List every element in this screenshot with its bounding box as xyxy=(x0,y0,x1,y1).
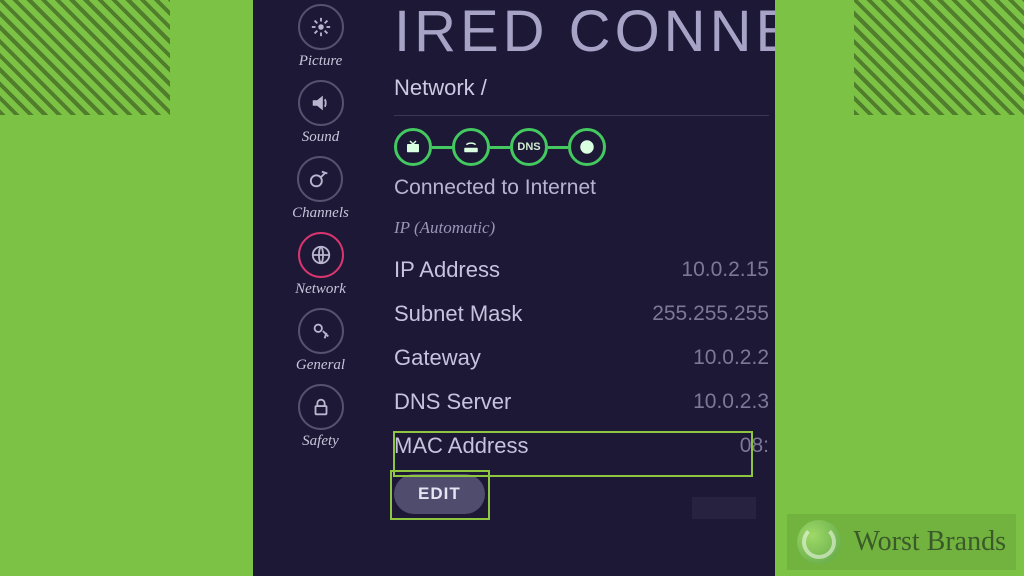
sidebar-item-label: Safety xyxy=(302,433,339,450)
divider xyxy=(394,115,769,116)
sidebar-item-label: Network xyxy=(295,281,346,298)
field-label: DNS Server xyxy=(394,389,511,415)
field-label: Subnet Mask xyxy=(394,301,522,327)
settings-content: IRED CONNEC Network / DNS Connected to I… xyxy=(388,0,775,576)
redaction-mask xyxy=(692,497,756,519)
sidebar-item-safety[interactable]: Safety xyxy=(298,384,344,450)
tv-node-icon xyxy=(394,128,432,166)
connection-status: Connected to Internet xyxy=(394,176,769,200)
network-icon xyxy=(298,232,344,278)
sound-icon xyxy=(298,80,344,126)
sidebar-item-sound[interactable]: Sound xyxy=(298,80,344,146)
field-value: 10.0.2.15 xyxy=(681,258,769,282)
decorative-stripes-right xyxy=(854,0,1024,115)
field-label: MAC Address xyxy=(394,433,529,459)
dns-node-icon: DNS xyxy=(510,128,548,166)
field-value: 255.255.255 xyxy=(652,302,769,326)
chain-link xyxy=(548,146,568,149)
sidebar-item-general[interactable]: General xyxy=(296,308,345,374)
brand-logo-icon xyxy=(797,520,841,564)
brand-watermark: Worst Brands xyxy=(787,514,1016,570)
sidebar-item-picture[interactable]: Picture xyxy=(298,4,344,70)
row-subnet-mask: Subnet Mask 255.255.255 xyxy=(394,292,769,336)
picture-icon xyxy=(298,4,344,50)
chain-link xyxy=(432,146,452,149)
sidebar-item-label: General xyxy=(296,357,345,374)
channels-icon xyxy=(297,156,343,202)
lock-icon xyxy=(298,384,344,430)
edit-button[interactable]: EDIT xyxy=(394,474,485,514)
connection-chain: DNS xyxy=(394,128,769,166)
sidebar-item-label: Channels xyxy=(292,205,349,222)
sidebar-item-network[interactable]: Network xyxy=(295,232,346,298)
field-value: 10.0.2.2 xyxy=(693,346,769,370)
row-dns-server[interactable]: DNS Server 10.0.2.3 xyxy=(394,380,769,424)
general-icon xyxy=(298,308,344,354)
sidebar-item-label: Sound xyxy=(302,129,340,146)
settings-sidebar: Picture Sound Channels Network General xyxy=(253,0,388,576)
field-value: 10.0.2.3 xyxy=(693,390,769,414)
row-mac-address: MAC Address 08: xyxy=(394,424,769,468)
sidebar-item-channels[interactable]: Channels xyxy=(292,156,349,222)
brand-text: Worst Brands xyxy=(853,526,1006,558)
field-label: Gateway xyxy=(394,345,481,371)
field-label: IP Address xyxy=(394,257,500,283)
decorative-stripes-left xyxy=(0,0,170,115)
field-value: 08: xyxy=(740,434,769,458)
chain-link xyxy=(490,146,510,149)
internet-node-icon xyxy=(568,128,606,166)
router-node-icon xyxy=(452,128,490,166)
row-gateway: Gateway 10.0.2.2 xyxy=(394,336,769,380)
sidebar-item-label: Picture xyxy=(299,53,343,70)
breadcrumb: Network / xyxy=(394,75,769,101)
ip-section-label: IP (Automatic) xyxy=(394,218,769,238)
settings-panel: Picture Sound Channels Network General xyxy=(253,0,775,576)
page-title: IRED CONNEC xyxy=(394,0,769,65)
row-ip-address: IP Address 10.0.2.15 xyxy=(394,248,769,292)
